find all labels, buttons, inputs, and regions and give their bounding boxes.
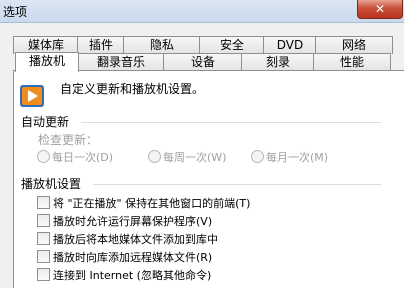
tab-plugins[interactable]: 插件 — [77, 36, 125, 54]
player-settings-group-title: 播放机设置 — [21, 177, 82, 191]
radio-weekly[interactable] — [148, 150, 161, 163]
radio-daily-label: 每日一次(D) — [52, 151, 114, 164]
radio-daily[interactable] — [37, 150, 50, 163]
checkbox-keep-on-top-label: 将 "正在播放" 保持在其他窗口的前端(T) — [53, 197, 251, 210]
tab-devices[interactable]: 设备 — [163, 53, 243, 71]
tab-privacy[interactable]: 隐私 — [123, 36, 201, 54]
checkbox-add-remote-files[interactable] — [37, 250, 50, 263]
description: 自定义更新和播放机设置。 — [60, 82, 205, 96]
checkbox-keep-on-top[interactable] — [37, 196, 50, 209]
group-divider — [81, 122, 381, 123]
radio-monthly-label: 每月一次(M) — [266, 151, 329, 164]
radio-weekly-label: 每周一次(W) — [163, 151, 227, 164]
tab-network[interactable]: 网络 — [315, 36, 393, 54]
tab-rip-music[interactable]: 翻录音乐 — [77, 53, 165, 71]
close-icon: ✕ — [374, 2, 386, 16]
tab-burn[interactable]: 刻录 — [241, 53, 315, 71]
group-divider — [93, 184, 381, 185]
title-bar: 选项 ✕ — [0, 0, 404, 23]
checkbox-add-local-files[interactable] — [37, 232, 50, 245]
tab-performance[interactable]: 性能 — [313, 53, 391, 71]
auto-update-group-title: 自动更新 — [21, 115, 70, 129]
window-title: 选项 — [3, 5, 28, 19]
checkbox-allow-screensaver[interactable] — [37, 214, 50, 227]
check-updates-label: 检查更新： — [38, 133, 99, 147]
player-app-icon — [20, 85, 44, 107]
tab-player[interactable]: 播放机 — [15, 52, 79, 72]
checkbox-connect-internet[interactable] — [37, 268, 50, 281]
checkbox-allow-screensaver-label: 播放时允许运行屏幕保护程序(V) — [53, 215, 213, 228]
checkbox-connect-internet-label: 连接到 Internet (忽略其他命令) — [53, 269, 212, 282]
checkbox-add-local-files-label: 播放后将本地媒体文件添加到库中 — [53, 233, 218, 246]
tab-dvd[interactable]: DVD — [263, 36, 317, 54]
close-button[interactable]: ✕ — [357, 0, 403, 19]
tab-security[interactable]: 安全 — [199, 36, 265, 54]
checkbox-add-remote-files-label: 播放时向库添加远程媒体文件(R) — [53, 251, 213, 264]
radio-monthly[interactable] — [251, 150, 264, 163]
